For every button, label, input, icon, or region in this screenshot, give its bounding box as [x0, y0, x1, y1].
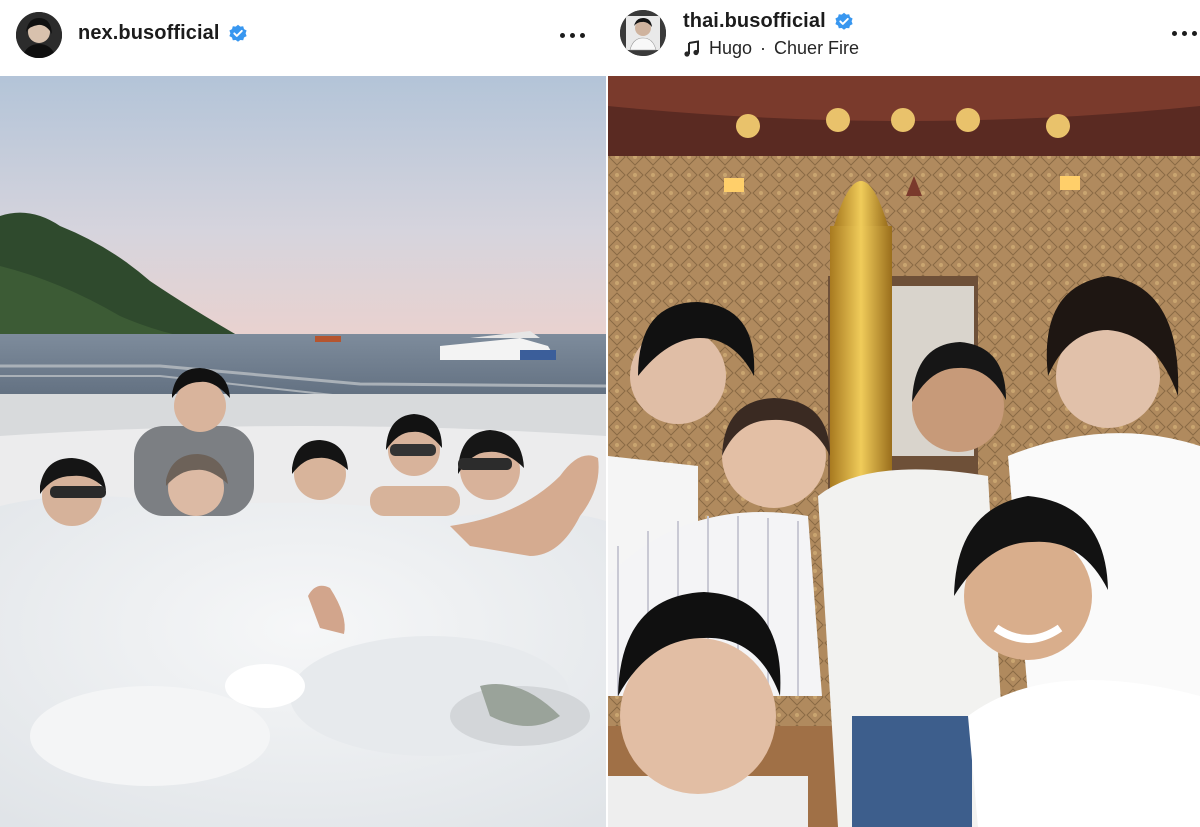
more-options-icon [1172, 31, 1177, 36]
music-attribution[interactable]: Hugo · Chuer Fire [683, 38, 859, 59]
post-thai: thai.busofficial Hugo · Chuer Fire [608, 0, 1200, 827]
post-nex: nex.busofficial [0, 0, 606, 827]
post-photo-hot-tub[interactable] [0, 76, 606, 827]
username[interactable]: nex.busofficial [78, 22, 220, 45]
profile-avatar[interactable] [620, 10, 666, 56]
temple-selfie-photo [608, 76, 1200, 827]
more-options-icon [560, 33, 565, 38]
more-dot [580, 33, 585, 38]
music-artist: Hugo [709, 38, 753, 58]
person-4 [292, 440, 348, 500]
username-row: nex.busofficial [78, 22, 248, 45]
hot-tub-photo [0, 76, 606, 827]
avatar-image [16, 12, 62, 58]
profile-avatar[interactable] [16, 12, 62, 58]
more-dot [570, 33, 575, 38]
verified-badge-icon [228, 24, 248, 44]
post-header: nex.busofficial [0, 0, 606, 76]
more-dot [1182, 31, 1187, 36]
username[interactable]: thai.busofficial [683, 10, 826, 33]
music-note-icon [683, 39, 701, 58]
verified-badge-icon [834, 12, 854, 32]
username-row: thai.busofficial [683, 10, 854, 33]
post-header: thai.busofficial Hugo · Chuer Fire [608, 0, 1200, 76]
more-options-button[interactable] [1170, 22, 1200, 44]
post-photo-temple-selfie[interactable] [608, 76, 1200, 827]
more-dot [1192, 31, 1197, 36]
music-separator: · [760, 38, 767, 58]
music-track: Chuer Fire [774, 38, 860, 58]
more-options-button[interactable] [558, 24, 588, 46]
avatar-image [620, 10, 666, 56]
